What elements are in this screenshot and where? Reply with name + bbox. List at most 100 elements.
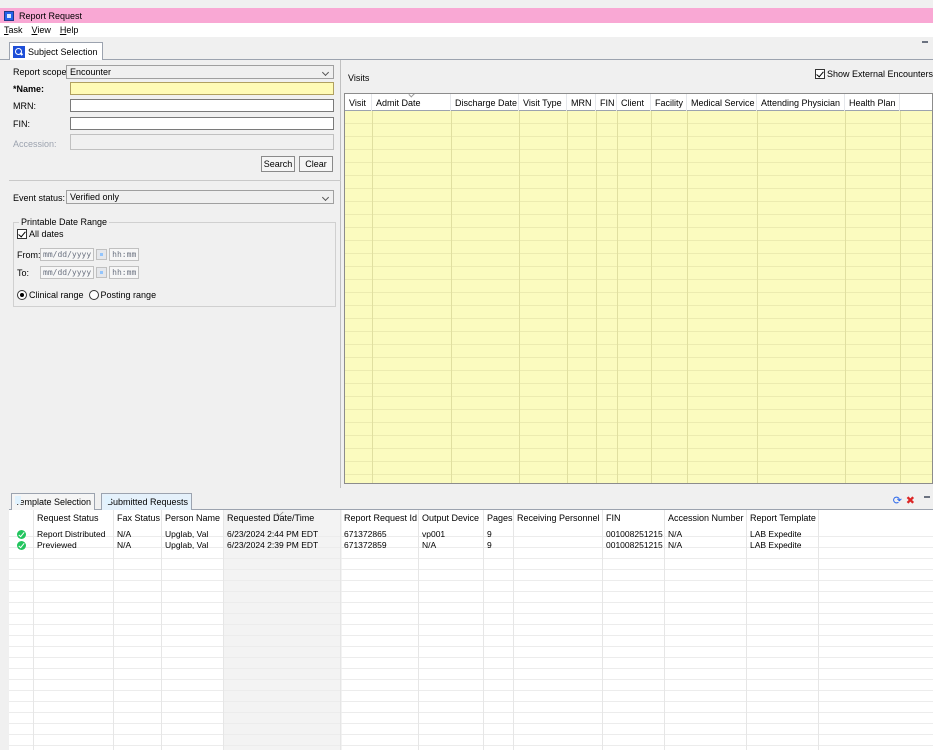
search-button[interactable]: Search: [261, 156, 295, 172]
from-time-input: hh:mm: [109, 248, 140, 261]
name-input[interactable]: [70, 82, 334, 95]
table-row-cell[interactable]: 671372859: [341, 540, 387, 551]
col-requested-date-time[interactable]: Requested Date/Time: [224, 513, 314, 525]
tab-template-selection-label: Template Selection: [15, 497, 92, 507]
show-external-encounters-toggle[interactable]: Show External Encounters: [814, 69, 933, 79]
tab-submitted-requests[interactable]: Submitted Requests: [101, 493, 193, 510]
show-external-checkbox[interactable]: [814, 69, 825, 79]
visits-title: Visits: [348, 73, 370, 83]
search-button-label: Search: [263, 159, 293, 169]
col-fin[interactable]: FIN: [596, 94, 617, 111]
posting-range-radio[interactable]: [88, 290, 99, 300]
bottom-tab-strip: Template Selection Submitted Requests ⟳ …: [9, 492, 933, 510]
event-status-select[interactable]: Verified only: [66, 190, 334, 204]
table-row-cell[interactable]: N/A: [419, 540, 436, 551]
date-range-title: Printable Date Range: [19, 217, 110, 227]
all-dates-checkbox[interactable]: [17, 229, 27, 239]
col-visit[interactable]: Visit: [345, 94, 372, 111]
printable-date-range-group: Printable Date Range All dates From: mm/…: [13, 217, 336, 307]
column-divider: [757, 111, 758, 483]
table-row-cell[interactable]: 001008251215: [603, 540, 663, 551]
col-mrn[interactable]: MRN: [567, 94, 596, 111]
table-row-cell[interactable]: vp001: [419, 529, 445, 540]
visits-panel: Visits Show External Encounters Visit Ad…: [341, 60, 933, 488]
grid-lines: [345, 111, 932, 483]
table-row-cell[interactable]: Upglab, Val: [162, 540, 208, 551]
table-row-cell[interactable]: LAB Expedite: [747, 540, 802, 551]
col-report-template[interactable]: Report Template: [747, 513, 816, 525]
grid-lines: [9, 526, 933, 750]
table-row-cell[interactable]: Upglab, Val: [162, 529, 208, 540]
event-status-label: Event status:: [13, 193, 66, 203]
table-row-cell[interactable]: 671372865: [341, 529, 387, 540]
success-check-icon: [17, 530, 26, 539]
to-label: To:: [17, 267, 30, 278]
column-divider: [519, 111, 520, 483]
table-row-cell[interactable]: LAB Expedite: [747, 529, 802, 540]
from-label: From:: [17, 249, 41, 260]
column-divider: [687, 111, 688, 483]
table-row-cell[interactable]: N/A: [665, 540, 682, 551]
col-visit-type[interactable]: Visit Type: [519, 94, 567, 111]
col-request-status[interactable]: Request Status: [34, 513, 99, 525]
col-fin[interactable]: FIN: [603, 513, 621, 525]
to-time-input: hh:mm: [109, 266, 140, 279]
minimize-icon[interactable]: [924, 496, 930, 498]
col-medical-service[interactable]: Medical Service: [687, 94, 757, 111]
col-discharge-date[interactable]: Discharge Date: [451, 94, 519, 111]
menu-help[interactable]: Help: [60, 25, 79, 35]
table-row-cell[interactable]: [514, 540, 517, 551]
table-row-cell[interactable]: N/A: [665, 529, 682, 540]
submitted-requests-table[interactable]: Request Status Fax Status Person Name Re…: [9, 510, 933, 750]
col-client[interactable]: Client: [617, 94, 651, 111]
col-fax-status[interactable]: Fax Status: [114, 513, 160, 525]
col-output-device[interactable]: Output Device: [419, 513, 479, 525]
col-health-plan[interactable]: Health Plan: [845, 94, 900, 111]
search-icon: [13, 45, 25, 58]
minimize-icon[interactable]: [922, 41, 928, 43]
col-receiving-personnel[interactable]: Receiving Personnel: [514, 513, 600, 525]
all-dates-checkbox-row[interactable]: All dates: [17, 229, 64, 239]
close-icon[interactable]: ✖: [906, 494, 915, 507]
menu-view[interactable]: View: [32, 25, 51, 35]
tab-subject-selection[interactable]: Subject Selection: [9, 42, 103, 60]
column-divider: [567, 111, 568, 483]
chevron-down-icon: [321, 193, 330, 202]
table-row-cell[interactable]: [514, 529, 517, 540]
table-row-cell[interactable]: Previewed: [34, 540, 77, 551]
col-pages[interactable]: Pages: [484, 513, 513, 525]
table-row-cell[interactable]: Report Distributed: [34, 529, 106, 540]
visits-table-header: Visit Admit Date Discharge Date Visit Ty…: [345, 94, 932, 111]
column-divider: [900, 111, 901, 483]
col-report-request-id[interactable]: Report Request Id: [341, 513, 417, 525]
subject-selection-panel: Report scope: Encounter *Name: MRN: FIN:…: [9, 60, 341, 488]
title-bar: Report Request: [0, 8, 933, 23]
mrn-input[interactable]: [70, 99, 334, 112]
col-person-name[interactable]: Person Name: [162, 513, 220, 525]
mrn-label: MRN:: [13, 101, 36, 111]
table-row-cell[interactable]: 001008251215: [603, 529, 663, 540]
menu-task[interactable]: Task: [4, 25, 23, 35]
table-row-cell[interactable]: 9: [484, 529, 492, 540]
visits-table[interactable]: Visit Admit Date Discharge Date Visit Ty…: [344, 93, 933, 484]
table-row-cell[interactable]: 6/23/2024 2:44 PM EDT: [224, 529, 318, 540]
clear-button[interactable]: Clear: [299, 156, 333, 172]
report-scope-select[interactable]: Encounter: [66, 65, 334, 79]
window-title: Report Request: [19, 10, 83, 21]
table-row-cell[interactable]: N/A: [114, 540, 131, 551]
all-dates-label: All dates: [29, 229, 64, 239]
tab-template-selection[interactable]: Template Selection: [11, 493, 96, 510]
refresh-icon[interactable]: ⟳: [893, 494, 902, 507]
fin-input[interactable]: [70, 117, 334, 130]
clinical-range-radio[interactable]: [17, 290, 27, 300]
clear-button-label: Clear: [305, 159, 327, 169]
table-row-cell[interactable]: 9: [484, 540, 492, 551]
col-facility[interactable]: Facility: [651, 94, 687, 111]
name-label: *Name:: [13, 84, 45, 94]
table-row-cell[interactable]: 6/23/2024 2:39 PM EDT: [224, 540, 318, 551]
table-row-cell[interactable]: N/A: [114, 529, 131, 540]
col-attending-physician[interactable]: Attending Physician: [757, 94, 845, 111]
divider: [9, 180, 341, 181]
accession-label: Accession:: [13, 139, 57, 149]
col-accession-number[interactable]: Accession Number: [665, 513, 744, 525]
